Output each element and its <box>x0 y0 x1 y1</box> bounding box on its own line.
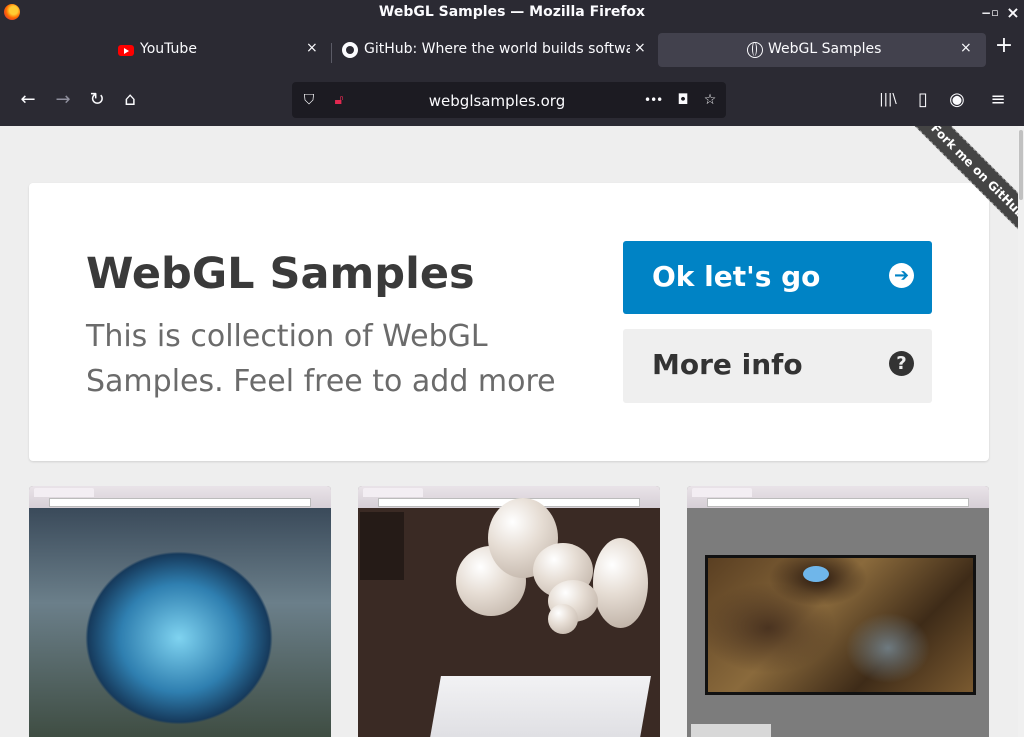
back-button[interactable]: ← <box>15 87 41 113</box>
account-icon[interactable]: ◉ <box>944 87 970 113</box>
button-label: More info <box>652 348 803 381</box>
globe-icon <box>747 42 763 58</box>
menu-icon[interactable]: ≡ <box>985 87 1011 113</box>
sample-thumbnail-aquarium[interactable] <box>29 486 331 737</box>
sample-thumbnail-cave[interactable] <box>687 486 989 737</box>
github-icon <box>342 42 358 58</box>
cave-instructions-box <box>691 724 771 737</box>
ok-lets-go-button[interactable]: Ok let's go ➔ <box>623 241 932 314</box>
tab-close-icon[interactable]: × <box>306 40 318 56</box>
tab-separator <box>331 43 332 63</box>
library-icon[interactable]: |||\ <box>875 87 901 113</box>
tab-webgl-samples[interactable]: WebGL Samples × <box>658 33 986 67</box>
tab-close-icon[interactable]: × <box>634 40 646 56</box>
url-bar[interactable]: ⛉ 🔓︎ webglsamples.org ••• ◘ ☆ <box>292 82 726 118</box>
url-text[interactable]: webglsamples.org <box>292 92 702 110</box>
home-button[interactable]: ⌂ <box>117 87 143 113</box>
tab-github[interactable]: GitHub: Where the world builds softwa × <box>333 33 655 67</box>
cave-canvas <box>705 555 976 695</box>
tab-bar: YouTube × GitHub: Where the world builds… <box>0 26 1024 74</box>
forward-button[interactable]: → <box>50 87 76 113</box>
youtube-icon <box>118 45 134 56</box>
blobs-preview-image <box>358 498 660 737</box>
page-title: WebGL Samples <box>86 249 475 299</box>
thumbnail-browser-chrome <box>29 486 331 508</box>
page-scrollbar[interactable] <box>1018 126 1024 737</box>
tab-close-icon[interactable]: × <box>960 40 972 56</box>
navigation-toolbar: ← → ↻ ⌂ ⛉ 🔓︎ webglsamples.org ••• ◘ ☆ ||… <box>0 74 1024 126</box>
button-label: Ok let's go <box>652 260 821 293</box>
sample-thumbnail-blobs[interactable] <box>358 486 660 737</box>
tab-label: YouTube <box>140 41 197 57</box>
sidebar-icon[interactable]: ▯ <box>910 87 936 113</box>
blobs-settings-panel <box>360 512 404 580</box>
floor-plane <box>425 676 651 737</box>
page-lead: This is collection of WebGL Samples. Fee… <box>86 319 556 399</box>
page-actions-icon[interactable]: ••• <box>644 91 663 109</box>
window-title: WebGL Samples — Mozilla Firefox <box>378 4 646 20</box>
more-info-button[interactable]: More info ? <box>623 329 932 403</box>
reload-button[interactable]: ↻ <box>84 87 110 113</box>
aquarium-preview-image <box>29 508 331 737</box>
tab-label: WebGL Samples <box>768 41 882 57</box>
tab-youtube[interactable]: YouTube × <box>108 33 330 67</box>
pocket-icon[interactable]: ◘ <box>674 91 692 109</box>
tab-label: GitHub: Where the world builds softwa <box>364 41 630 57</box>
new-tab-button[interactable]: + <box>992 34 1016 58</box>
bookmark-star-icon[interactable]: ☆ <box>701 91 719 109</box>
maximize-button[interactable]: ▫ <box>985 3 1005 23</box>
window-titlebar: WebGL Samples — Mozilla Firefox − ▫ × <box>0 0 1024 26</box>
page-viewport: WebGL Samples This is collection of WebG… <box>0 126 1018 737</box>
hero-panel: WebGL Samples This is collection of WebG… <box>29 183 989 461</box>
cave-preview-image <box>687 508 989 737</box>
question-circle-icon: ? <box>889 351 914 376</box>
thumbnail-browser-chrome <box>687 486 989 508</box>
scrollbar-thumb[interactable] <box>1019 130 1023 200</box>
close-window-button[interactable]: × <box>1003 3 1023 23</box>
arrow-right-circle-icon: ➔ <box>889 263 914 288</box>
